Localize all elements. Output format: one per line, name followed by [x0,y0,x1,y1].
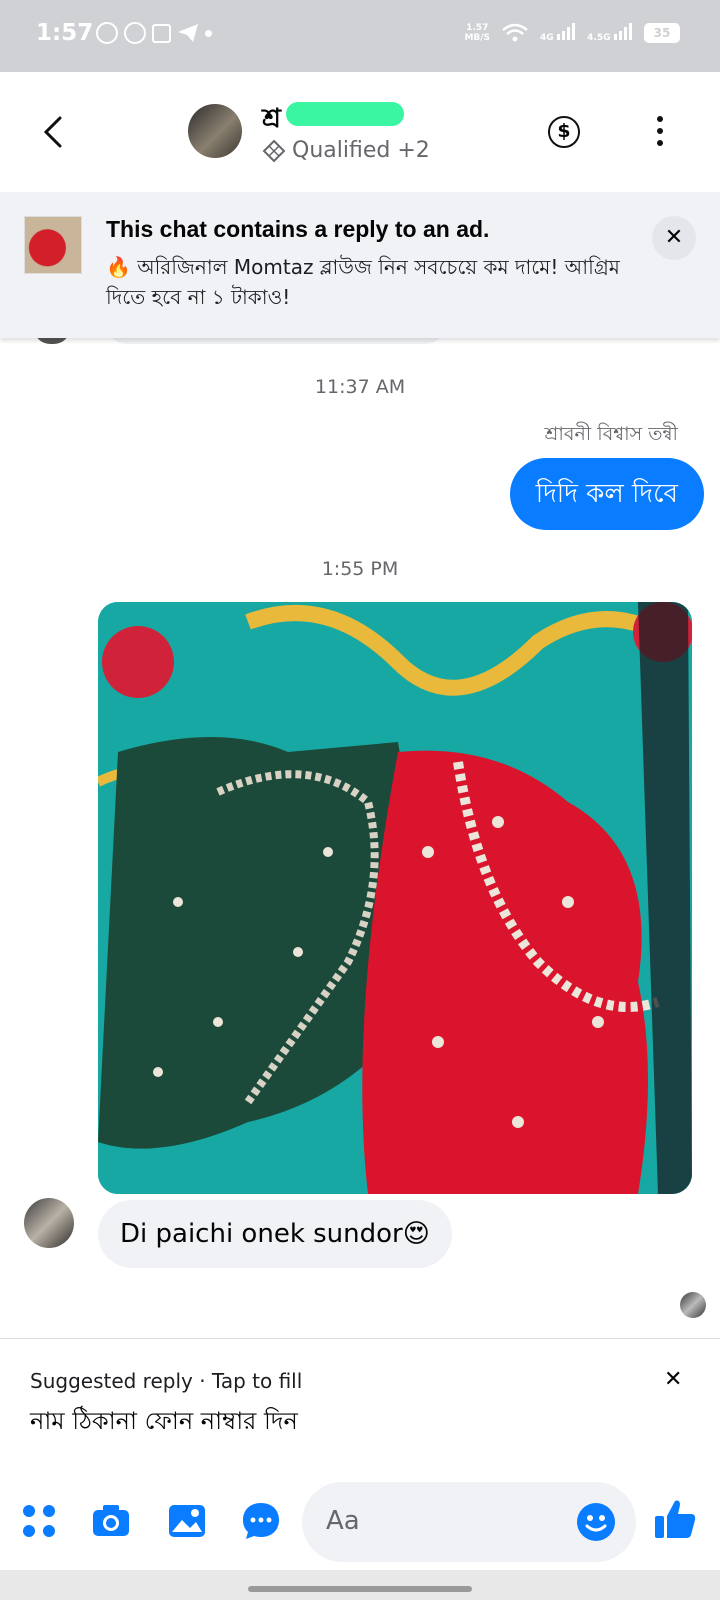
status-time: 1:57 [36,20,94,46]
chat-header: শ্র Qualified +2 $ [0,72,720,192]
sim1-signal: 4G [540,22,576,43]
gallery-icon[interactable] [166,1500,208,1542]
more-options-icon[interactable] [654,116,666,150]
incoming-message[interactable]: Di paichi onek sundor😍 [98,1200,452,1268]
status-right: 1.57 MB/S 4G 4.5G 35 [464,22,680,43]
blouse-photo-image [98,602,692,1194]
suggested-reply-panel[interactable]: Suggested reply · Tap to fill নাম ঠিকানা… [0,1338,720,1472]
message-input[interactable]: Aa [302,1482,636,1562]
like-icon[interactable] [652,1496,698,1542]
payment-icon[interactable]: $ [548,116,580,148]
status-bar: 1:57 1.57 MB/S 4G 4.5G 35 [0,0,720,72]
ad-reply-banner[interactable]: This chat contains a reply to an ad. 🔥 অ… [0,192,720,338]
suggested-reply-text[interactable]: নাম ঠিকানা ফোন নাম্বার দিন [30,1403,298,1443]
close-banner-button[interactable]: ✕ [652,216,696,260]
battery-icon: 35 [644,22,680,43]
sim2-signal: 4.5G [587,22,632,43]
messenger-icon [96,22,118,44]
gif-sticker-icon[interactable] [240,1500,282,1542]
system-nav-bar [0,1570,720,1600]
message-composer: Aa [0,1472,720,1570]
input-placeholder: Aa [326,1506,360,1536]
more-notifications-dot [205,29,212,37]
wifi-icon [502,23,528,41]
emoji-icon[interactable] [576,1502,616,1542]
label-icon [262,139,286,162]
home-indicator[interactable] [248,1586,472,1592]
ad-banner-title: This chat contains a reply to an ad. [106,216,490,242]
timestamp: 11:37 AM [314,376,406,398]
telegram-icon [178,24,198,42]
contact-avatar-small[interactable] [24,1198,74,1248]
notification-icons [96,22,212,44]
close-suggestion-icon[interactable]: ✕ [664,1367,682,1392]
contact-name[interactable]: শ্র [262,98,281,134]
whatsapp-icon [124,22,146,44]
ad-banner-description: 🔥 অরিজিনাল Momtaz ব্লাউজ নিন সবচেয়ে কম … [106,255,620,309]
screen-icon [152,23,171,43]
more-actions-icon[interactable] [18,1500,60,1542]
redaction-overlay [286,102,404,126]
sender-name: শ্রাবনী বিশ্বাস তন্বী [544,423,678,445]
back-icon[interactable] [36,112,72,152]
suggested-reply-label: Suggested reply · Tap to fill [30,1369,303,1393]
contact-avatar[interactable] [188,104,242,158]
ad-thumbnail [24,216,82,274]
lead-label[interactable]: Qualified +2 [262,138,430,163]
camera-icon[interactable] [90,1500,132,1542]
photo-message[interactable] [98,602,692,1194]
network-speed: 1.57 MB/S [464,22,491,43]
timestamp: 1:55 PM [321,558,399,580]
read-receipt-avatar [680,1292,706,1318]
outgoing-message[interactable]: দিদি কল দিবে [509,458,704,530]
